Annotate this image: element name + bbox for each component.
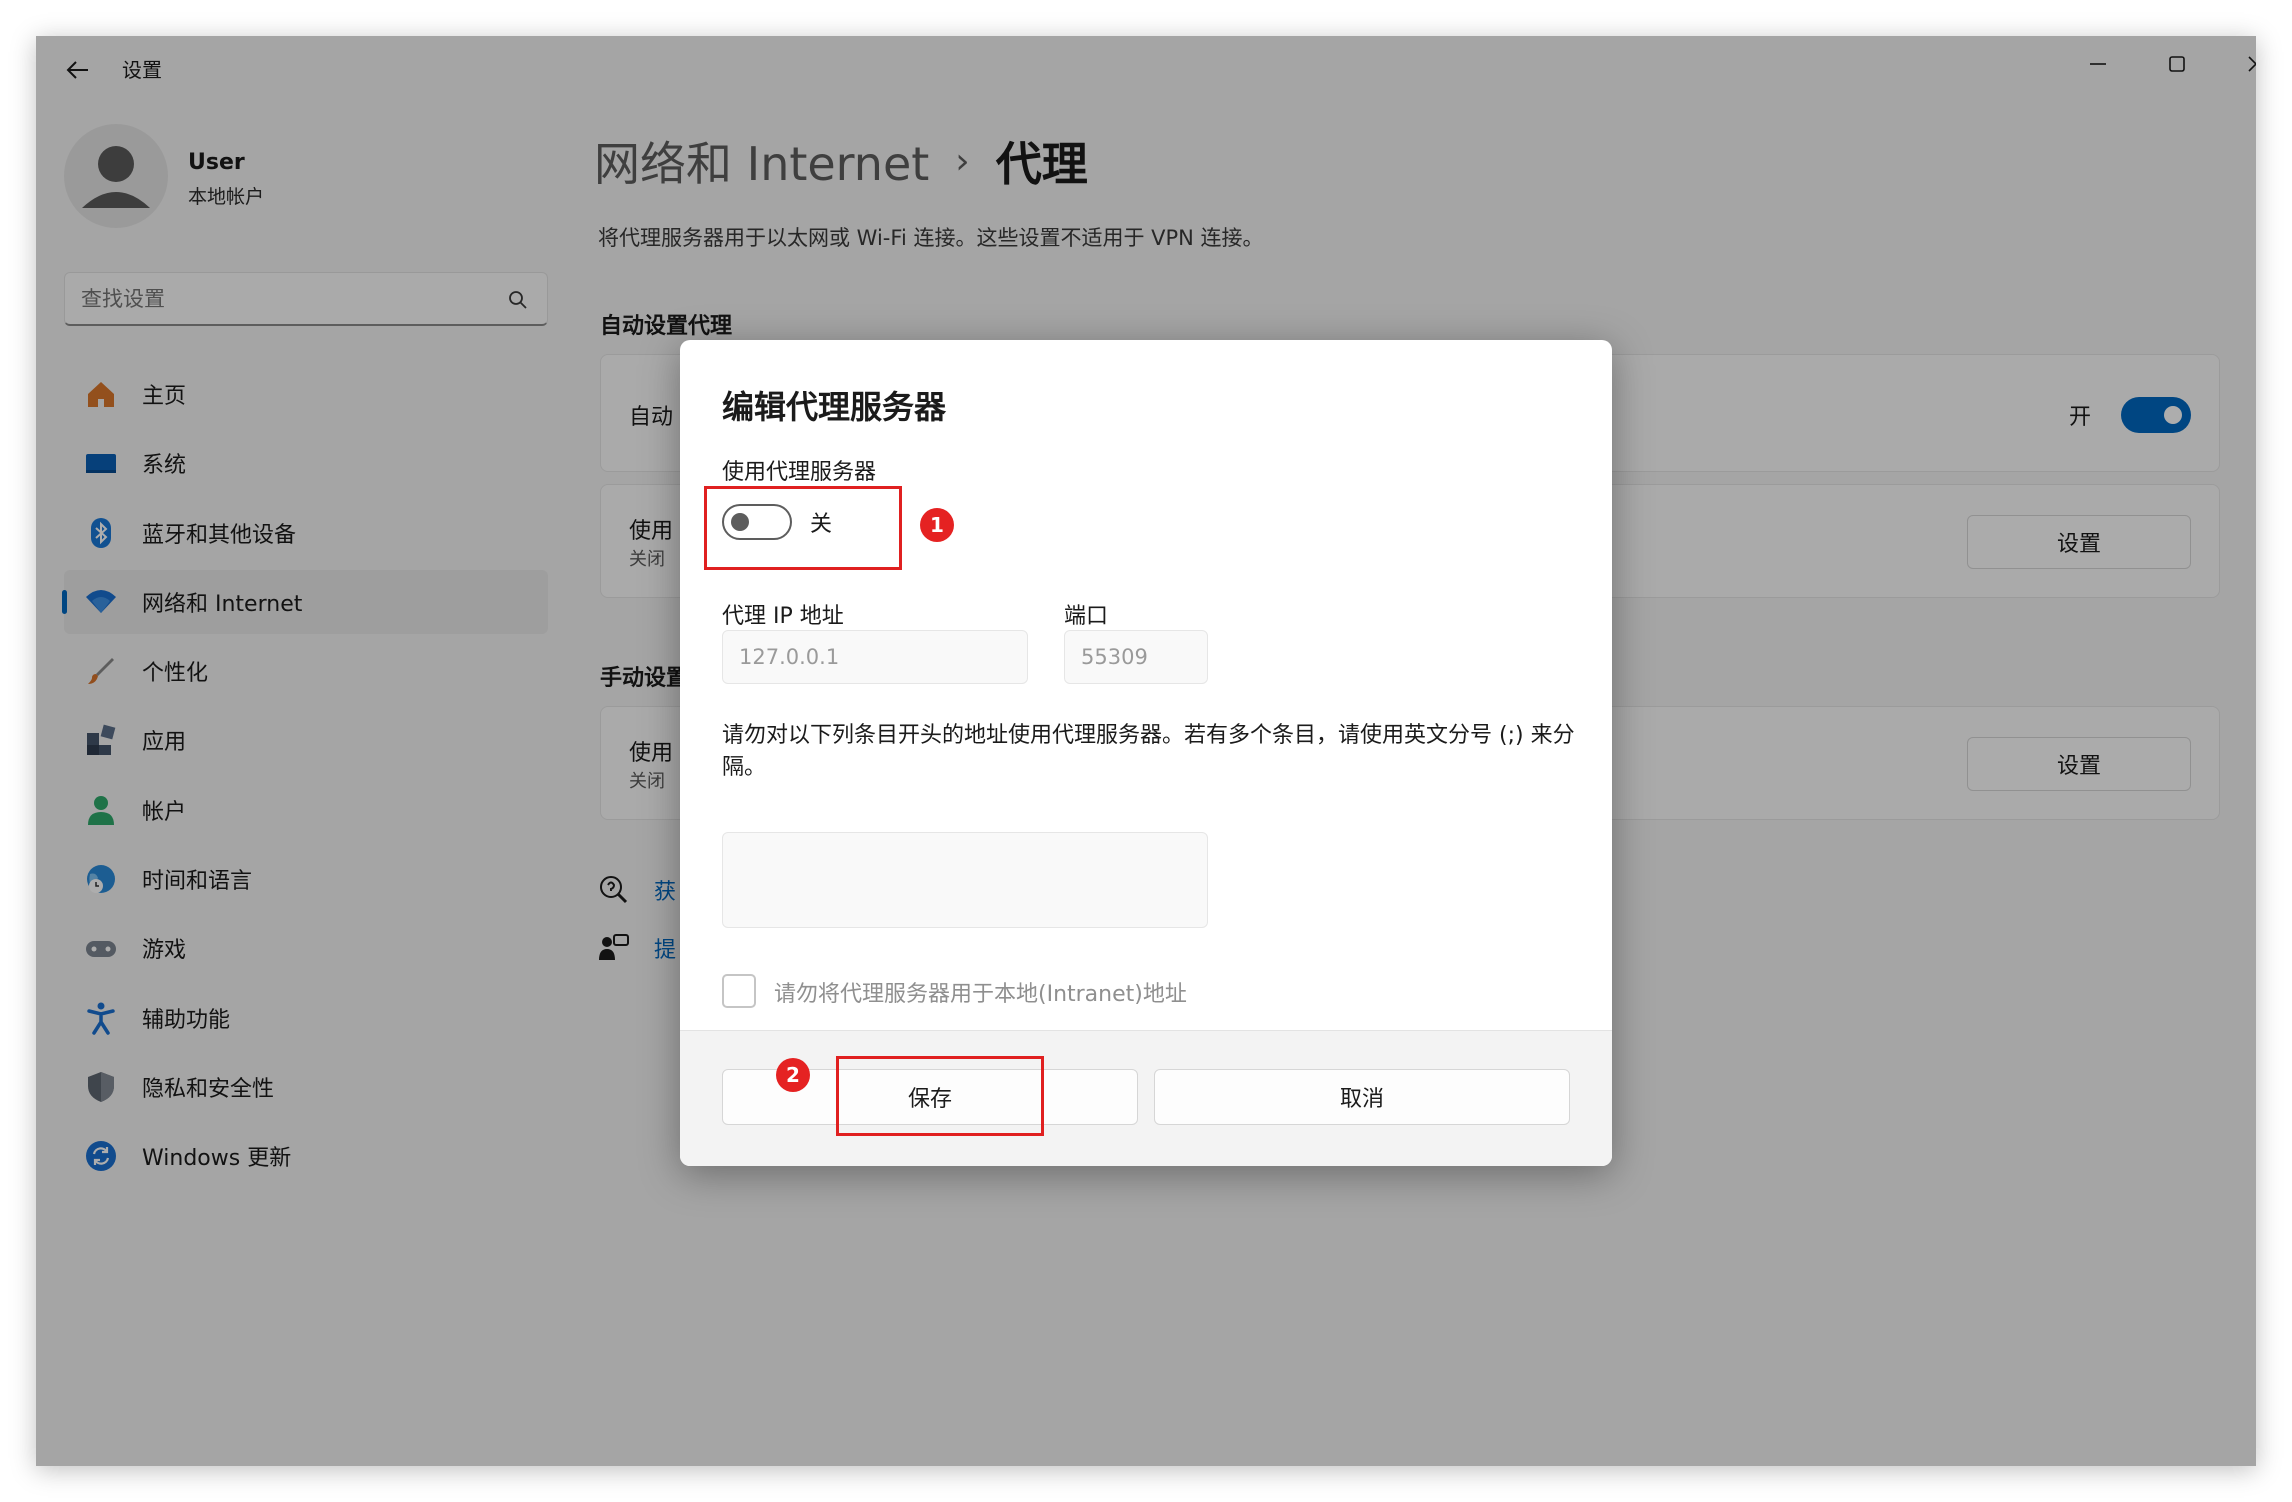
dialog-title: 编辑代理服务器 — [722, 388, 947, 426]
annotation-badge-1: 1 — [920, 508, 954, 542]
settings-window: 设置 User 本地帐户 主页 系统 — [36, 36, 2256, 1466]
local-address-checkbox[interactable] — [722, 974, 756, 1008]
proxy-ip-input[interactable] — [722, 630, 1028, 684]
annotation-badge-2: 2 — [776, 1058, 810, 1092]
highlight-box-save — [836, 1056, 1044, 1136]
port-input[interactable] — [1064, 630, 1208, 684]
proxy-ip-label: 代理 IP 地址 — [722, 604, 844, 629]
local-address-checkbox-label: 请勿将代理服务器用于本地(Intranet)地址 — [774, 982, 1187, 1007]
cancel-button[interactable]: 取消 — [1154, 1069, 1570, 1125]
exceptions-description: 请勿对以下列条目开头的地址使用代理服务器。若有多个条目，请使用英文分号 (;) … — [722, 723, 1575, 780]
dialog-footer: 保存 取消 — [680, 1030, 1612, 1166]
edit-proxy-dialog: 编辑代理服务器 使用代理服务器 关 代理 IP 地址 端口 请勿对以下列条目开头… — [680, 340, 1612, 1166]
highlight-box-toggle — [704, 486, 902, 570]
port-label: 端口 — [1064, 604, 1109, 629]
use-proxy-label: 使用代理服务器 — [722, 460, 877, 485]
exceptions-textarea[interactable] — [722, 832, 1208, 928]
